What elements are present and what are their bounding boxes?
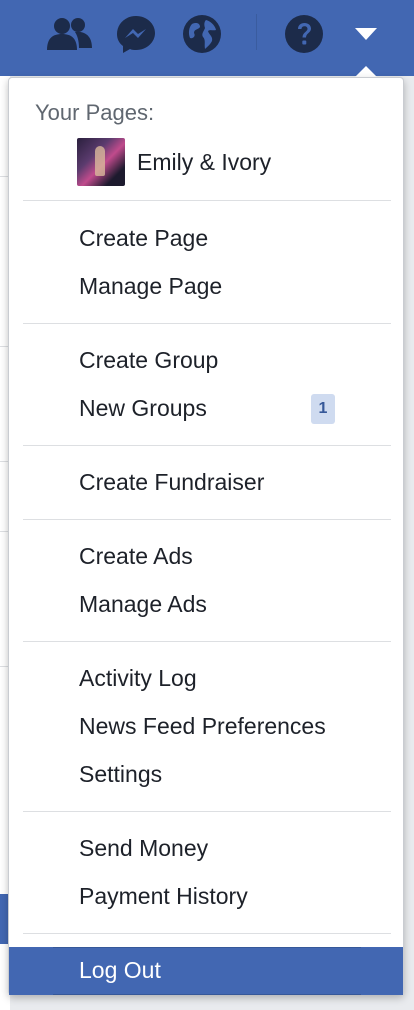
news-feed-preferences-item[interactable]: News Feed Preferences bbox=[79, 712, 326, 740]
top-navigation-bar bbox=[0, 0, 414, 76]
toolbar-separator bbox=[256, 14, 257, 50]
menu-divider bbox=[23, 811, 391, 812]
help-icon[interactable] bbox=[282, 14, 326, 54]
dropdown-arrow-icon[interactable] bbox=[346, 14, 386, 54]
payment-history-item[interactable]: Payment History bbox=[79, 882, 248, 910]
create-ads-item[interactable]: Create Ads bbox=[79, 542, 193, 570]
your-pages-heading: Your Pages: bbox=[35, 100, 155, 125]
menu-divider bbox=[23, 933, 391, 934]
page-thumbnail bbox=[77, 138, 125, 186]
menu-divider bbox=[23, 445, 391, 446]
menu-divider bbox=[23, 641, 391, 642]
page-name: Emily & Ivory bbox=[137, 148, 272, 175]
menu-divider bbox=[23, 519, 391, 520]
create-fundraiser-item[interactable]: Create Fundraiser bbox=[79, 468, 264, 496]
create-page-item[interactable]: Create Page bbox=[79, 224, 208, 252]
new-groups-count-badge: 1 bbox=[311, 394, 335, 424]
globe-icon[interactable] bbox=[180, 14, 224, 54]
manage-ads-item[interactable]: Manage Ads bbox=[79, 590, 207, 618]
new-groups-item[interactable]: New Groups bbox=[79, 394, 207, 422]
background-page-right-edge bbox=[404, 76, 414, 1010]
log-out-top-line bbox=[53, 947, 361, 948]
page-item-emily-ivory[interactable]: Emily & Ivory bbox=[77, 138, 271, 186]
menu-divider bbox=[23, 323, 391, 324]
log-out-bottom-line bbox=[53, 994, 361, 995]
settings-item[interactable]: Settings bbox=[79, 760, 162, 788]
friends-icon[interactable] bbox=[44, 14, 96, 54]
log-out-item[interactable]: Log Out bbox=[9, 947, 403, 995]
account-dropdown-menu: Your Pages: Emily & Ivory Create Page Ma… bbox=[8, 77, 404, 995]
manage-page-item[interactable]: Manage Page bbox=[79, 272, 222, 300]
menu-divider bbox=[23, 200, 391, 201]
send-money-item[interactable]: Send Money bbox=[79, 834, 208, 862]
log-out-label: Log Out bbox=[79, 957, 161, 983]
messenger-icon[interactable] bbox=[114, 14, 158, 54]
activity-log-item[interactable]: Activity Log bbox=[79, 664, 197, 692]
create-group-item[interactable]: Create Group bbox=[79, 346, 218, 374]
